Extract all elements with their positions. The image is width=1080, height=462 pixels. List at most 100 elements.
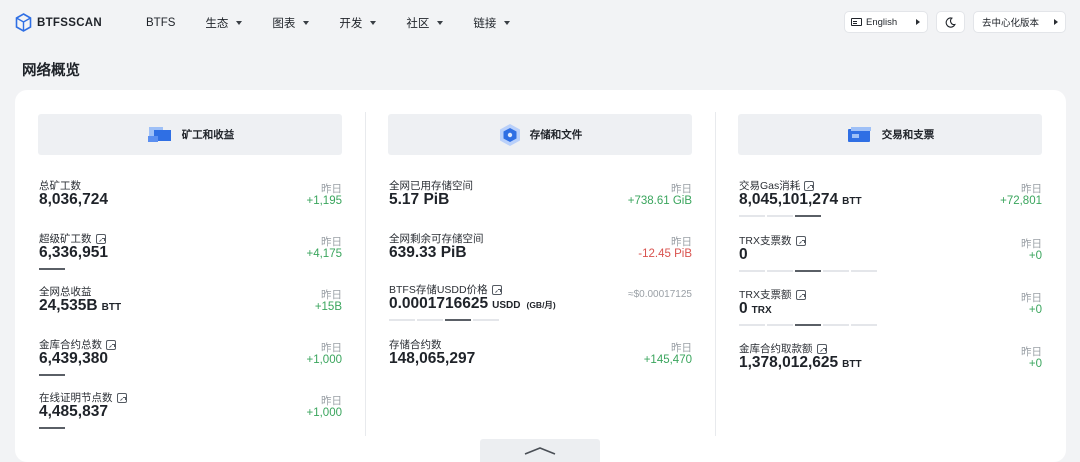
stat-value: 6,336,951 (39, 244, 108, 261)
stat-label: TRX支票数 (739, 233, 806, 248)
yesterday-label: 昨日 (671, 236, 692, 248)
stat-value: 0 TRX (739, 300, 772, 317)
nav-item-ecosystem[interactable]: 生态 (205, 15, 243, 31)
stat-delta: -12.45 PiB (638, 248, 692, 260)
stat-gas-consumption: 交易Gas消耗 8,045,101,274 BTT 昨日 +72,801 (738, 178, 1042, 228)
stat-delta: +0 (1028, 250, 1042, 262)
stat-unit: USDD (492, 300, 521, 311)
stat-value: 8,045,101,274 BTT (739, 191, 862, 208)
chart-toggle-icon[interactable] (795, 235, 806, 246)
language-icon (851, 18, 862, 26)
column-divider (365, 112, 366, 436)
stat-delta: +72,801 (1000, 195, 1042, 207)
stat-delta: +15B (314, 301, 342, 313)
yesterday-label: 昨日 (1021, 292, 1042, 304)
stat-delta: +0 (1028, 304, 1042, 316)
stat-unit: BTT (842, 196, 862, 207)
yesterday-label: 昨日 (321, 183, 342, 195)
chart-toggle-icon[interactable] (491, 284, 502, 295)
stat-value: 8,036,724 (39, 191, 108, 208)
nav-item-label: 社区 (406, 18, 430, 30)
stat-value: 1,378,012,625 BTT (739, 354, 862, 371)
yesterday-label: 昨日 (321, 289, 342, 301)
stat-storage-price: BTFS存储USDD价格 0.0001716625 USDD (GB/月) ≈$0.… (388, 282, 692, 332)
stat-period-tabs[interactable] (389, 319, 499, 321)
storage-section-title: 存储和文件 (529, 129, 583, 141)
miner-icon (146, 124, 174, 146)
stat-value: 639.33 PiB (389, 244, 467, 261)
language-selector[interactable]: English (844, 11, 928, 33)
nav-item-label: BTFS (146, 17, 176, 29)
mining-section-title: 矿工和收益 (181, 129, 235, 141)
chevron-down-icon (437, 21, 444, 25)
main-nav: BTFS 生态 图表 开发 社区 链接 (146, 15, 540, 31)
yesterday-label: 昨日 (321, 342, 342, 354)
brand-logo[interactable]: BTFSSCAN (15, 13, 102, 32)
collapse-button[interactable] (480, 439, 600, 462)
mining-section-header: 矿工和收益 (38, 114, 342, 155)
yesterday-label: 昨日 (671, 342, 692, 354)
column-divider (715, 112, 716, 436)
stat-storage-contracts: 存储合约数 148,065,297 昨日 +145,470 (388, 337, 692, 387)
nav-item-charts[interactable]: 图表 (272, 15, 310, 31)
chart-toggle-icon[interactable] (804, 180, 815, 191)
stat-value: 4,485,837 (39, 403, 108, 420)
top-navigation-bar: BTFSSCAN BTFS 生态 图表 开发 社区 链接 English 去中心… (0, 0, 1080, 46)
stat-subunit: (GB/月) (526, 300, 556, 310)
stat-unit: BTT (842, 359, 862, 370)
stat-super-miners: 超级矿工数 6,336,951 昨日 +4,175 (38, 231, 342, 281)
card-ticket-icon (846, 125, 874, 145)
stat-vault-withdrawals: 金库合约取款额 1,378,012,625 BTT 昨日 +0 (738, 341, 1042, 391)
nav-item-label: 生态 (205, 18, 229, 30)
trading-section-title: 交易和支票 (881, 129, 935, 141)
stat-trx-check-amount: TRX支票额 0 TRX 昨日 +0 (738, 287, 1042, 337)
storage-section-header: 存储和文件 (388, 114, 692, 155)
stat-period-tabs[interactable] (739, 324, 877, 326)
stat-used-storage: 全网已用存储空间 5.17 PiB 昨日 +738.61 GiB (388, 178, 692, 228)
chart-toggle-icon[interactable] (116, 392, 127, 403)
stat-delta: +0 (1028, 358, 1042, 370)
yesterday-label: 昨日 (1021, 183, 1042, 195)
stat-period-tabs[interactable] (39, 268, 65, 270)
chevron-down-icon (303, 21, 310, 25)
nav-item-links[interactable]: 链接 (473, 15, 511, 31)
brand-name: BTFSSCAN (37, 16, 103, 29)
stat-period-tabs[interactable] (739, 270, 877, 272)
hexagon-storage-icon (498, 123, 522, 147)
stat-period-tabs[interactable] (739, 215, 821, 217)
page-title: 网络概览 (22, 63, 80, 79)
stat-vault-contracts: 金库合约总数 6,439,380 昨日 +1,000 (38, 337, 342, 387)
chart-toggle-icon[interactable] (816, 343, 827, 354)
caret-right-icon (916, 19, 920, 25)
stat-delta: +738.61 GiB (627, 195, 692, 207)
yesterday-label: 昨日 (1021, 346, 1042, 358)
stat-period-tabs[interactable] (39, 427, 65, 429)
theme-toggle-button[interactable] (936, 11, 965, 33)
stat-delta: +4,175 (306, 248, 343, 260)
decentralized-version-button[interactable]: 去中心化版本 (973, 11, 1066, 33)
nav-item-label: 链接 (473, 18, 497, 30)
chart-toggle-icon[interactable] (795, 289, 806, 300)
stat-value: 5.17 PiB (389, 191, 450, 208)
nav-item-community[interactable]: 社区 (406, 15, 444, 31)
stat-delta: +1,000 (306, 354, 343, 366)
stat-total-miners: 总矿工数 8,036,724 昨日 +1,195 (38, 178, 342, 228)
nav-item-label: 开发 (339, 18, 363, 30)
nav-item-develop[interactable]: 开发 (339, 15, 377, 31)
stat-value: 0 (739, 246, 748, 263)
stat-unit: BTT (101, 302, 122, 313)
chart-toggle-icon[interactable] (95, 233, 106, 244)
stat-remaining-storage: 全网剩余可存储空间 639.33 PiB 昨日 -12.45 PiB (388, 231, 692, 281)
stat-total-earnings: 全网总收益 24,535B BTT 昨日 +15B (38, 284, 342, 334)
nav-item-btfs[interactable]: BTFS (146, 15, 175, 31)
caret-right-icon (1054, 19, 1058, 25)
stat-value: 0.0001716625 USDD (GB/月) (389, 295, 556, 312)
language-label: English (866, 16, 898, 28)
chevron-down-icon (370, 21, 377, 25)
stat-period-tabs[interactable] (39, 374, 65, 376)
cube-logo-icon (15, 13, 32, 32)
chevron-down-icon (236, 21, 243, 25)
stat-usd-equivalent: ≈$0.00017125 (628, 289, 692, 300)
stat-unit: TRX (751, 305, 772, 316)
chart-toggle-icon[interactable] (106, 339, 116, 350)
